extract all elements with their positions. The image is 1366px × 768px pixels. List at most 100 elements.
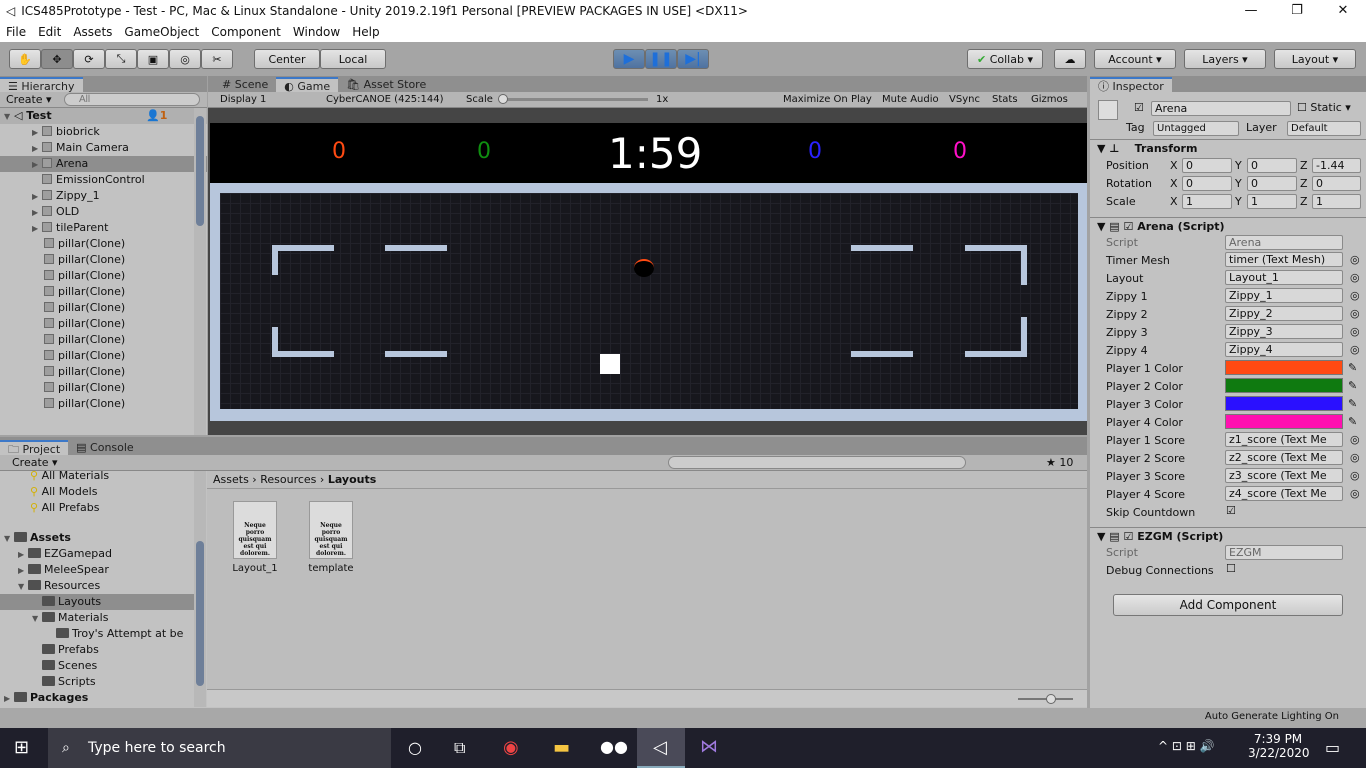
tab-game[interactable]: ◐ Game [276, 77, 339, 93]
hierarchy-scrollbar[interactable] [194, 108, 206, 435]
close-button[interactable]: ✕ [1320, 0, 1366, 22]
rect-tool-button[interactable]: ▣ [137, 49, 169, 69]
menu-file[interactable]: File [0, 25, 32, 39]
debug-connections-checkbox[interactable]: ☐ [1226, 562, 1236, 575]
object-ref-field[interactable]: Zippy_1 [1225, 288, 1343, 303]
gizmos-toggle[interactable]: Gizmos [1031, 94, 1068, 105]
static-toggle[interactable]: ☐ Static ▾ [1297, 101, 1351, 114]
project-folder[interactable]: ▶ MeleeSpear [0, 562, 194, 578]
add-component-button[interactable]: Add Component [1113, 594, 1343, 616]
object-picker-icon[interactable]: ◎ [1350, 451, 1360, 464]
visual-studio-icon[interactable]: ⋈ [700, 736, 718, 757]
color-field[interactable] [1225, 396, 1343, 411]
hierarchy-item[interactable]: pillar(Clone) [0, 284, 207, 300]
tab-hierarchy[interactable]: ☰ Hierarchy [0, 77, 83, 93]
layer-dropdown[interactable]: Default [1287, 121, 1361, 136]
tab-console[interactable]: ▤ Console [68, 440, 142, 455]
pivot-local-button[interactable]: Local [320, 49, 386, 69]
file-explorer-icon[interactable]: ▬ [553, 737, 570, 758]
eyedropper-icon[interactable]: ✎ [1348, 415, 1357, 428]
transform-header[interactable]: ▼ ⊥ Transform [1097, 142, 1197, 155]
object-picker-icon[interactable]: ◎ [1350, 271, 1360, 284]
windows-start-button[interactable]: ⊞ [14, 737, 29, 758]
project-folder[interactable]: ▼ Materials [0, 610, 194, 626]
hierarchy-create-button[interactable]: Create ▾ [6, 93, 52, 106]
favorite-item[interactable]: ⚲ All Prefabs [0, 500, 194, 516]
eyedropper-icon[interactable]: ✎ [1348, 379, 1357, 392]
tab-inspector[interactable]: ⓘ Inspector [1090, 77, 1172, 93]
hierarchy-item[interactable]: pillar(Clone) [0, 268, 207, 284]
project-folder[interactable]: Layouts [0, 594, 194, 610]
eyedropper-icon[interactable]: ✎ [1348, 397, 1357, 410]
taskbar-search-box[interactable]: ⌕ Type here to search [48, 728, 391, 768]
hierarchy-item[interactable]: pillar(Clone) [0, 348, 207, 364]
object-ref-field[interactable]: z2_score (Text Me [1225, 450, 1343, 465]
hierarchy-item[interactable]: pillar(Clone) [0, 380, 207, 396]
tag-dropdown[interactable]: Untagged [1153, 121, 1239, 136]
ezgm-script-header[interactable]: ▼ ▤ ☑ EZGM (Script) [1097, 530, 1223, 543]
transform-x-field[interactable]: 0 [1182, 158, 1232, 173]
project-search-input[interactable] [668, 456, 966, 469]
hierarchy-item[interactable]: ▶ tileParent [0, 220, 207, 236]
scene-row[interactable]: ▼ ◁ Test 👤1 [0, 108, 207, 124]
object-picker-icon[interactable]: ◎ [1350, 307, 1360, 320]
display-select[interactable]: Display 1 [220, 94, 266, 105]
maximize-on-play-toggle[interactable]: Maximize On Play [783, 94, 872, 105]
hierarchy-item[interactable]: ▶ OLD [0, 204, 207, 220]
project-folder[interactable]: ▼ Resources [0, 578, 194, 594]
tab-asset-store[interactable]: 🛍 Asset Store [338, 77, 434, 92]
transform-y-field[interactable]: 1 [1247, 194, 1297, 209]
task-view-icon[interactable]: ⧉ [454, 738, 465, 758]
hierarchy-item[interactable]: pillar(Clone) [0, 316, 207, 332]
pivot-center-button[interactable]: Center [254, 49, 320, 69]
project-folder[interactable]: ▼ Assets [0, 530, 194, 546]
tab-scene[interactable]: # Scene [214, 77, 276, 92]
favorite-item[interactable]: ⚲ All Models [0, 484, 194, 500]
cortana-icon[interactable]: ○ [408, 738, 422, 757]
pause-button[interactable]: ❚❚ [645, 49, 677, 69]
play-button[interactable]: ▶ [613, 49, 645, 69]
tray-icons[interactable]: ^ ⊡ ⊞ 🔊 [1158, 739, 1215, 753]
project-folder[interactable]: ▶ Packages [0, 690, 194, 706]
menu-edit[interactable]: Edit [32, 25, 67, 39]
transform-x-field[interactable]: 1 [1182, 194, 1232, 209]
scale-tool-button[interactable]: ⤡ [105, 49, 137, 69]
crumb-resources[interactable]: Resources [260, 473, 316, 486]
rotate-tool-button[interactable]: ⟳ [73, 49, 105, 69]
hierarchy-item[interactable]: ▶ Arena [0, 156, 207, 172]
menu-gameobject[interactable]: GameObject [118, 25, 205, 39]
layers-dropdown[interactable]: Layers ▾ [1184, 49, 1266, 69]
project-scrollbar[interactable] [194, 471, 206, 707]
hierarchy-item[interactable]: pillar(Clone) [0, 332, 207, 348]
project-folder[interactable]: Scripts [0, 674, 194, 690]
scale-slider[interactable] [498, 94, 648, 104]
tab-project[interactable]: 🗀 Project [0, 440, 69, 456]
object-picker-icon[interactable]: ◎ [1350, 289, 1360, 302]
transform-z-field[interactable]: -1.44 [1312, 158, 1361, 173]
menu-help[interactable]: Help [346, 25, 385, 39]
object-ref-field[interactable]: z3_score (Text Me [1225, 468, 1343, 483]
color-field[interactable] [1225, 414, 1343, 429]
resolution-select[interactable]: CyberCANOE (425:144) [326, 94, 444, 105]
transform-tool-button[interactable]: ◎ [169, 49, 201, 69]
project-folder[interactable]: Troy's Attempt at be [0, 626, 194, 642]
menu-assets[interactable]: Assets [67, 25, 118, 39]
hierarchy-search-input[interactable] [64, 93, 200, 106]
transform-z-field[interactable]: 1 [1312, 194, 1361, 209]
chrome-icon[interactable]: ◉ [503, 737, 519, 758]
vsync-toggle[interactable]: VSync [949, 94, 980, 105]
project-create-button[interactable]: Create ▾ [12, 456, 58, 469]
hierarchy-item[interactable]: pillar(Clone) [0, 252, 207, 268]
object-ref-field[interactable]: timer (Text Mesh) [1225, 252, 1343, 267]
skip-countdown-checkbox[interactable]: ☑ [1226, 504, 1236, 517]
object-picker-icon[interactable]: ◎ [1350, 469, 1360, 482]
object-picker-icon[interactable]: ◎ [1350, 433, 1360, 446]
minimize-button[interactable]: — [1228, 0, 1274, 22]
object-ref-field[interactable]: Zippy_3 [1225, 324, 1343, 339]
color-field[interactable] [1225, 360, 1343, 375]
hierarchy-item[interactable]: ▶ Main Camera [0, 140, 207, 156]
transform-z-field[interactable]: 0 [1312, 176, 1361, 191]
hierarchy-item[interactable]: pillar(Clone) [0, 396, 207, 412]
project-folder[interactable]: ▶ EZGamepad [0, 546, 194, 562]
menu-window[interactable]: Window [287, 25, 346, 39]
